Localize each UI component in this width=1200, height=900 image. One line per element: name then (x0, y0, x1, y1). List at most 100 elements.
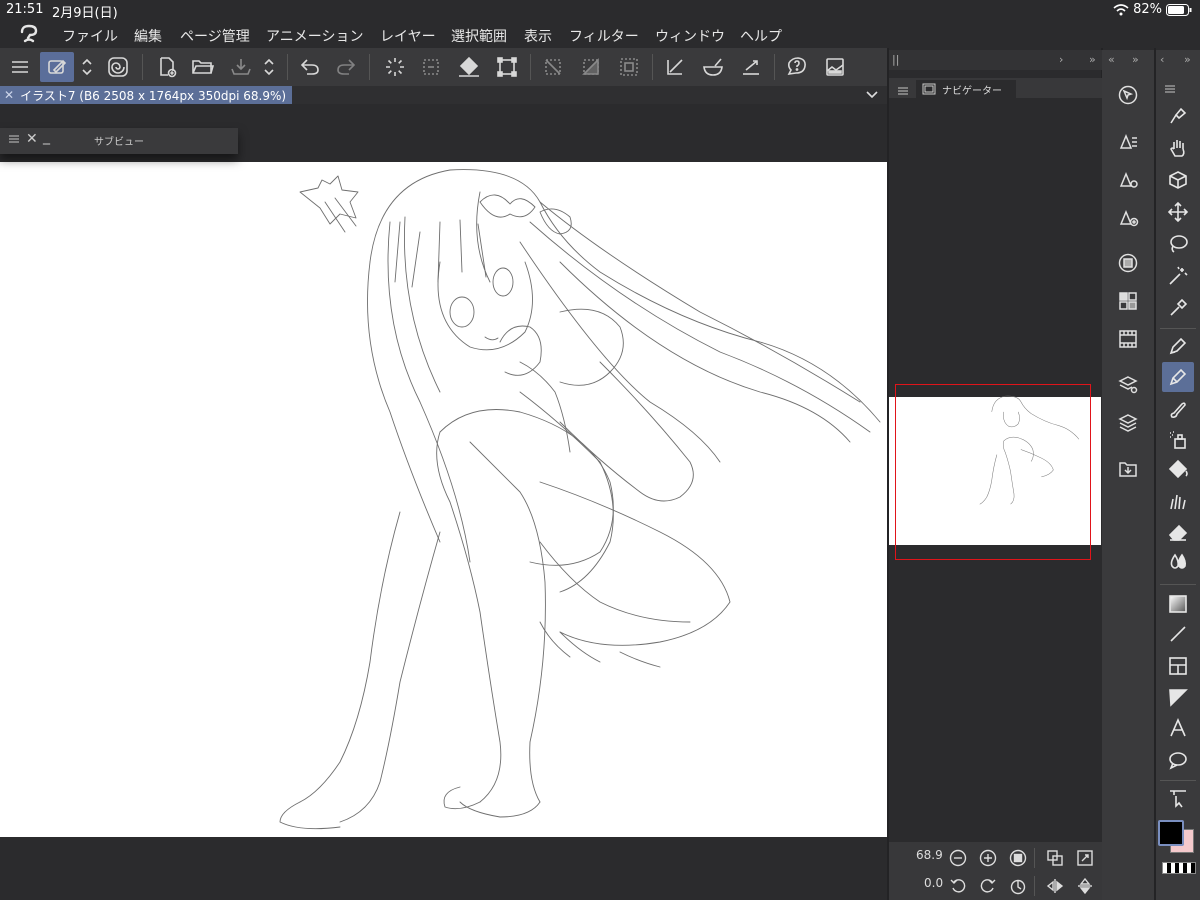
zoom-value[interactable]: 68.9 (916, 848, 943, 862)
airbrush-tool-icon[interactable] (1164, 426, 1192, 454)
ruler-icon[interactable] (660, 52, 690, 82)
tool-bar: ‹ » (1156, 50, 1200, 900)
command-bar (0, 48, 887, 87)
color-set-icon[interactable] (1115, 288, 1141, 314)
minimize-icon[interactable]: _ (43, 129, 50, 145)
magic-wand-icon[interactable] (1164, 262, 1192, 290)
blend-tool-icon[interactable] (1164, 548, 1192, 576)
menu-view[interactable]: 表示 (524, 26, 552, 46)
invert-selection-icon[interactable] (576, 52, 606, 82)
sub-view-panel[interactable]: ✕ _ サブビュー (0, 128, 238, 154)
clear-outside-selection-icon[interactable] (416, 52, 446, 82)
pen-tool-icon[interactable] (1164, 332, 1192, 360)
brush-size-icon[interactable] (1115, 204, 1141, 230)
menu-file[interactable]: ファイル (62, 26, 118, 46)
panel-menu-icon[interactable] (1164, 80, 1176, 99)
line-tool-icon[interactable] (1164, 620, 1192, 648)
decoration-tool-icon[interactable] (1164, 488, 1192, 516)
expand-right-icon[interactable]: » (1132, 53, 1139, 66)
correct-line-icon[interactable] (1164, 784, 1192, 812)
collapse-left-icon[interactable]: ‹ (1160, 53, 1164, 66)
gradient-tool-icon[interactable] (1164, 590, 1192, 618)
deselect-icon[interactable] (538, 52, 568, 82)
chevron-down-icon[interactable] (864, 86, 880, 106)
rotate-right-icon[interactable] (978, 876, 998, 896)
expand-icon[interactable]: » (1089, 53, 1096, 66)
menu-selection[interactable]: 選択範囲 (451, 26, 507, 46)
tab-navigator[interactable]: ナビゲーター (916, 80, 1016, 98)
undo-icon[interactable] (295, 52, 325, 82)
flip-horizontal-icon[interactable] (1045, 876, 1065, 896)
reset-zoom-icon[interactable] (1008, 848, 1028, 868)
menu-edit[interactable]: 編集 (134, 26, 162, 46)
layers-icon[interactable] (1115, 410, 1141, 436)
zoom-out-icon[interactable] (948, 848, 968, 868)
flip-vertical-icon[interactable] (1075, 876, 1095, 896)
help-icon[interactable] (782, 52, 812, 82)
brush-tool-icon[interactable] (1164, 396, 1192, 424)
zoom-in-icon[interactable] (978, 848, 998, 868)
fill-tool-icon[interactable] (1164, 456, 1192, 484)
text-tool-icon[interactable] (1164, 714, 1192, 742)
balloon-tool-icon[interactable] (1164, 746, 1192, 774)
document-tab[interactable]: ✕ イラスト7 (B6 2508 x 1764px 350dpi 68.9%) (0, 86, 293, 104)
collapse-right-icon[interactable]: › (1059, 53, 1063, 66)
edge-keyboard-icon[interactable] (40, 52, 74, 82)
animation-timeline-icon[interactable] (1115, 326, 1141, 352)
color-wheel-icon[interactable] (1115, 250, 1141, 276)
fill-icon[interactable] (454, 52, 484, 82)
sub-tool-detail-icon[interactable] (1115, 166, 1141, 192)
3d-object-tool-icon[interactable] (1164, 166, 1192, 194)
updown-chevron-icon[interactable] (76, 52, 98, 82)
move-tool-icon[interactable] (1164, 198, 1192, 226)
ruler-snap-icon[interactable] (736, 52, 766, 82)
close-icon[interactable]: ✕ (26, 131, 38, 147)
new-file-icon[interactable] (152, 52, 182, 82)
tool-property-icon[interactable] (1115, 128, 1141, 154)
close-tab-icon[interactable]: ✕ (4, 88, 14, 102)
fullscreen-icon[interactable] (1075, 848, 1095, 868)
material-icon[interactable] (1115, 456, 1141, 482)
drawing-canvas[interactable] (0, 162, 887, 837)
selection-border-icon[interactable] (614, 52, 644, 82)
navigator-controls: 68.9 0.0 (889, 842, 1102, 900)
eyedropper-icon[interactable] (1164, 294, 1192, 322)
redo-icon[interactable] (331, 52, 361, 82)
app-logo-icon[interactable] (18, 24, 40, 48)
main-color-swatch[interactable] (1158, 820, 1184, 846)
rotate-left-icon[interactable] (948, 876, 968, 896)
frame-border-icon[interactable] (1164, 652, 1192, 680)
lasso-tool-icon[interactable] (1164, 230, 1192, 258)
clear-icon[interactable] (380, 52, 410, 82)
transparent-color-swatch[interactable] (1162, 862, 1196, 874)
bowl-icon[interactable] (698, 52, 728, 82)
panel-menu-icon[interactable] (8, 133, 20, 148)
updown-chevron-icon[interactable] (258, 52, 280, 82)
navigator-palette-icon[interactable] (1115, 82, 1141, 108)
menu-help[interactable]: ヘルプ (740, 26, 782, 46)
eraser-tool-icon[interactable] (1164, 518, 1192, 546)
export-image-icon[interactable] (820, 52, 850, 82)
fit-view-icon[interactable] (1045, 848, 1065, 868)
save-icon[interactable] (226, 52, 256, 82)
layer-property-icon[interactable] (1115, 372, 1141, 398)
speech-line-icon[interactable] (1164, 684, 1192, 712)
pencil-tool-icon[interactable] (1162, 362, 1194, 392)
spiral-icon[interactable] (103, 52, 133, 82)
reset-rotation-icon[interactable] (1008, 876, 1028, 896)
expand-icon[interactable]: » (1184, 53, 1191, 66)
zoom-tool-icon[interactable] (1164, 102, 1192, 130)
menu-page[interactable]: ページ管理 (180, 26, 250, 46)
hamburger-menu-icon[interactable] (5, 52, 35, 82)
menu-window[interactable]: ウィンドウ (655, 26, 725, 46)
expand-left-icon[interactable]: « (1108, 53, 1115, 66)
hand-tool-icon[interactable] (1164, 134, 1192, 162)
menu-layer[interactable]: レイヤー (380, 26, 436, 46)
menu-filter[interactable]: フィルター (569, 26, 639, 46)
navigator-view-frame[interactable] (895, 384, 1091, 560)
transform-icon[interactable] (492, 52, 522, 82)
open-folder-icon[interactable] (188, 52, 218, 82)
panel-grip-icon[interactable]: || (892, 53, 899, 66)
menu-animation[interactable]: アニメーション (266, 26, 363, 46)
rotation-value[interactable]: 0.0 (924, 876, 943, 890)
